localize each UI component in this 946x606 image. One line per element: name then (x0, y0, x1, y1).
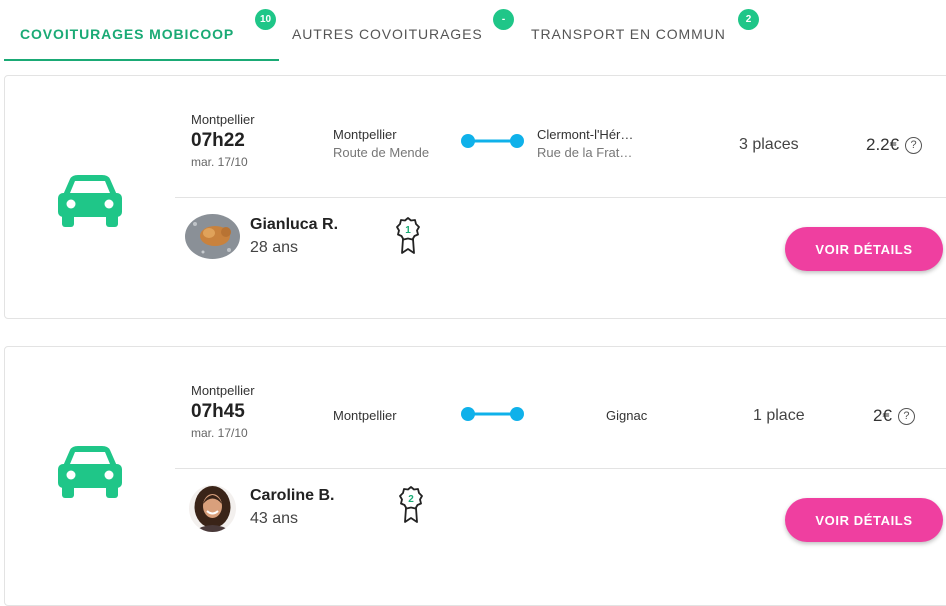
origin-block: Montpellier Route de Mende (333, 127, 429, 160)
departure-time: 07h45 (191, 401, 245, 422)
badge-icon: 1 (396, 217, 420, 254)
departure-block: Montpellier 07h22 mar. 17/10 (191, 112, 255, 169)
result-card: Montpellier 07h45 mar. 17/10 Montpellier… (4, 346, 946, 606)
departure-city: Montpellier (191, 383, 255, 398)
avatar (185, 214, 240, 259)
tab-count-badge: - (493, 9, 514, 30)
tab-label: COVOITURAGES MOBICOOP (20, 26, 235, 42)
tab-count-badge: 10 (255, 9, 276, 30)
avatar (189, 485, 236, 532)
car-icon (58, 446, 122, 498)
card-divider (175, 197, 946, 198)
view-details-button[interactable]: VOIR DÉTAILS (785, 498, 943, 542)
driver-age: 43 ans (250, 510, 299, 527)
card-divider (175, 468, 946, 469)
departure-date: mar. 17/10 (191, 426, 248, 440)
route-icon (461, 407, 524, 421)
driver-age: 28 ans (250, 239, 299, 256)
view-details-button[interactable]: VOIR DÉTAILS (785, 227, 943, 271)
price-block: 2.2€ ? (866, 135, 923, 155)
origin-city: Montpellier (333, 127, 397, 142)
departure-date: mar. 17/10 (191, 155, 248, 169)
driver-name: Caroline B. (250, 487, 335, 504)
question-icon[interactable]: ? (897, 407, 915, 425)
driver-name: Gianluca R. (250, 216, 339, 233)
results-tabs: COVOITURAGES MOBICOOP 10 AUTRES COVOITUR… (0, 0, 946, 64)
tab-other-carpools[interactable]: AUTRES COVOITURAGES (292, 26, 483, 42)
question-icon[interactable]: ? (905, 136, 923, 154)
tab-mobicoop[interactable]: COVOITURAGES MOBICOOP (20, 26, 234, 42)
destination-block: Clermont-l'Hér… Rue de la Frat… (537, 127, 633, 160)
tab-label: TRANSPORT EN COMMUN (531, 26, 726, 42)
origin-block: Montpellier (333, 408, 397, 423)
badge-level: 2 (408, 494, 414, 505)
result-card: Montpellier 07h22 mar. 17/10 Montpellier… (4, 75, 946, 319)
destination-city: Gignac (606, 408, 648, 423)
destination-city: Clermont-l'Hér… (537, 127, 634, 142)
tab-count-badge: 2 (738, 9, 759, 30)
destination-address: Rue de la Frat… (537, 145, 633, 160)
price-block: 2€ ? (873, 406, 915, 426)
destination-block: Gignac (606, 408, 647, 423)
tab-label: AUTRES COVOITURAGES (292, 26, 483, 42)
seats-available: 1 place (753, 407, 805, 424)
price: 2.2€ (866, 135, 900, 154)
active-tab-indicator (4, 59, 279, 61)
tab-public-transport[interactable]: TRANSPORT EN COMMUN (531, 26, 726, 42)
seats-available: 3 places (739, 136, 799, 153)
car-icon (58, 175, 122, 227)
departure-time: 07h22 (191, 130, 245, 151)
origin-address: Route de Mende (333, 145, 430, 160)
price: 2€ (873, 406, 892, 425)
badge-icon: 2 (399, 486, 423, 523)
origin-city: Montpellier (333, 408, 397, 423)
departure-city: Montpellier (191, 112, 255, 127)
route-icon (461, 134, 524, 148)
badge-level: 1 (405, 225, 411, 236)
departure-block: Montpellier 07h45 mar. 17/10 (191, 383, 255, 440)
